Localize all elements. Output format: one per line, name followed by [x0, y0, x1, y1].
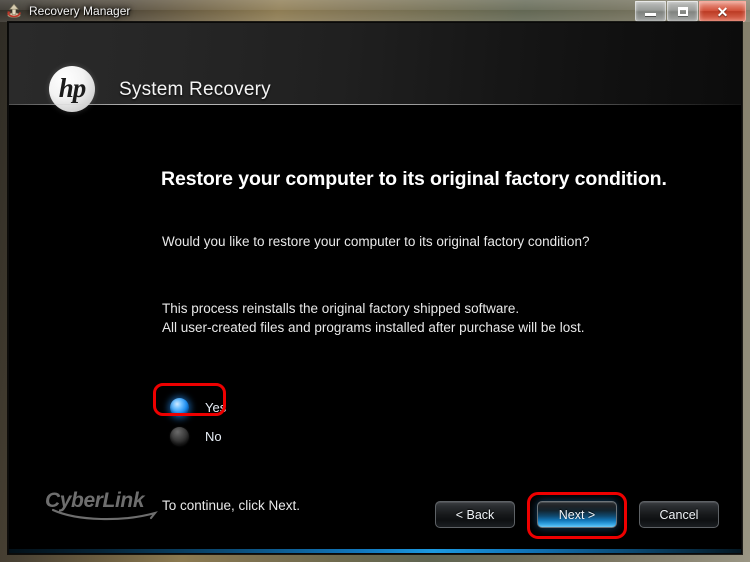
page-heading: Restore your computer to its original fa… — [161, 168, 667, 190]
hp-logo-label: hp — [58, 72, 87, 103]
no-radio-label: No — [205, 429, 222, 444]
close-button[interactable]: ✕ — [699, 1, 746, 22]
recovery-manager-window: Recovery Manager ✕ hp System Recovery Re… — [0, 0, 750, 562]
yes-radio-option[interactable]: Yes — [153, 383, 227, 422]
radio-selected-icon[interactable] — [170, 398, 189, 417]
minimize-button[interactable] — [635, 1, 666, 22]
yes-radio-label: Yes — [205, 400, 227, 415]
description-line-2: All user-created files and programs inst… — [162, 320, 585, 335]
page-question: Would you like to restore your computer … — [162, 234, 590, 249]
window-titlebar[interactable]: Recovery Manager ✕ — [0, 0, 750, 22]
radio-unselected-icon[interactable] — [170, 427, 189, 446]
next-button[interactable]: Next > — [537, 501, 617, 528]
application-client-area: hp System Recovery Restore your computer… — [8, 22, 742, 554]
dialog-button-bar: < Back Next > Cancel — [413, 492, 719, 539]
next-button-wrapper: Next > — [515, 492, 691, 539]
main-content: Restore your computer to its original fa… — [9, 105, 741, 553]
restore-choice-radio-group: Yes No — [153, 383, 227, 451]
continue-instruction: To continue, click Next. — [162, 498, 301, 513]
page-description: This process reinstalls the original fac… — [162, 299, 584, 337]
app-header: hp System Recovery — [9, 23, 741, 112]
no-radio-option[interactable]: No — [162, 422, 226, 451]
bottom-accent-strip — [9, 549, 741, 553]
close-icon: ✕ — [716, 3, 729, 20]
cancel-button[interactable]: Cancel — [639, 501, 719, 528]
description-line-1: This process reinstalls the original fac… — [162, 301, 520, 316]
cyberlink-logo: CyberLink — [45, 490, 165, 524]
app-title: System Recovery — [119, 79, 271, 100]
cyberlink-logo-label: CyberLink — [45, 489, 145, 512]
window-title: Recovery Manager — [29, 4, 131, 18]
maximize-button[interactable] — [667, 1, 698, 22]
maximize-icon — [677, 7, 688, 16]
window-controls: ✕ — [634, 1, 746, 22]
minimize-icon — [645, 13, 656, 16]
back-button[interactable]: < Back — [435, 501, 515, 528]
recovery-manager-icon — [6, 3, 22, 19]
